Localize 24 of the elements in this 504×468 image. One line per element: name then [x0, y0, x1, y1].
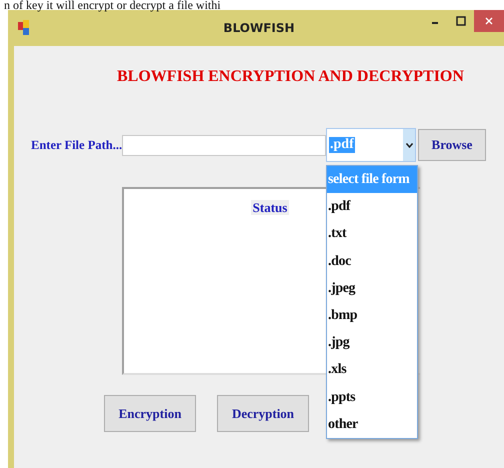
window-title: BLOWFISH: [223, 21, 295, 35]
dropdown-option[interactable]: .ppts: [327, 384, 417, 411]
dropdown-option[interactable]: .jpg: [327, 329, 417, 356]
browse-button[interactable]: Browse: [418, 129, 486, 161]
close-icon: [485, 17, 493, 25]
close-button[interactable]: [474, 10, 504, 32]
dropdown-option[interactable]: other: [327, 410, 417, 438]
maximize-icon: [456, 16, 466, 26]
app-icon: [18, 20, 30, 36]
file-path-field[interactable]: [122, 134, 326, 156]
form-heading: BLOWFISH ENCRYPTION AND DECRYPTION: [116, 67, 465, 86]
dropdown-option[interactable]: .jpeg: [327, 274, 417, 302]
dropdown-option[interactable]: .doc: [327, 248, 417, 275]
status-title: Status: [250, 200, 290, 215]
caret-icon: [406, 142, 412, 148]
dropdown-option[interactable]: .txt: [327, 220, 417, 248]
dropdown-option[interactable]: .xls: [327, 356, 417, 384]
selected-format: .pdf: [329, 137, 355, 153]
action-button[interactable]: Encryption: [104, 395, 196, 432]
dropdown-option[interactable]: .bmp: [327, 302, 417, 330]
file-path-label: Enter File Path...: [31, 138, 121, 152]
page-text: n of key it will encrypt or decrypt a file withi: [3, 0, 222, 10]
dropdown-option[interactable]: .pdf: [327, 193, 417, 220]
action-button[interactable]: Decryption: [217, 395, 309, 432]
